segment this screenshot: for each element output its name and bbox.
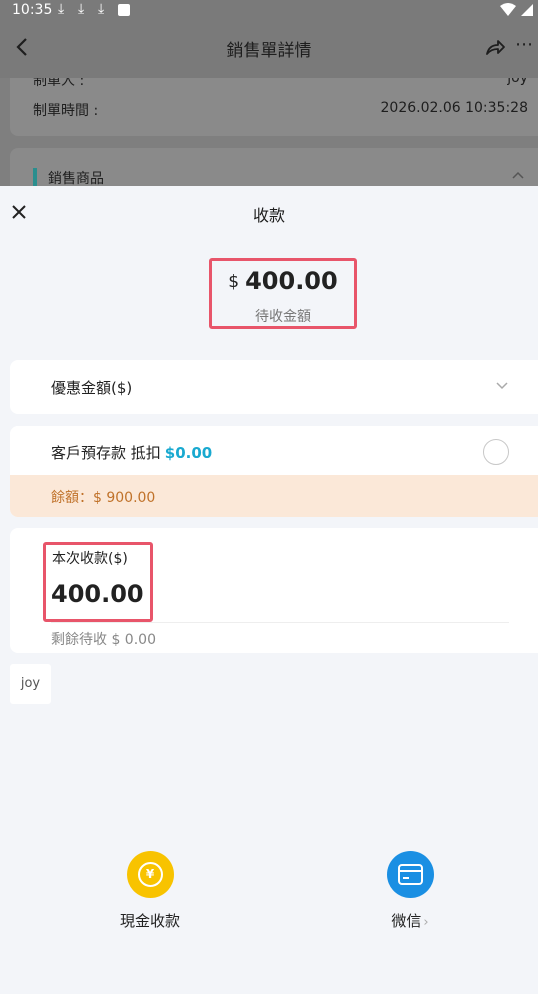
section-accent-bar — [33, 168, 37, 186]
cash-payment-button[interactable]: ¥ 現金收款 — [90, 851, 210, 931]
sales-goods-section: 銷售商品 — [10, 148, 538, 186]
more-icon[interactable]: ⋯ — [515, 34, 534, 55]
amount-due-label: 待收金額 — [255, 309, 311, 325]
discount-label: 優惠金額($) — [51, 379, 133, 397]
share-icon[interactable] — [484, 36, 506, 58]
chevron-right-icon: › — [423, 915, 429, 930]
sheet-title: 收款 — [252, 206, 285, 225]
deposit-row: 客戶預存款 抵扣 $0.00 — [10, 426, 538, 475]
deposit-card: 客戶預存款 抵扣 $0.00 餘額：$ 900.00 — [10, 426, 538, 517]
deposit-toggle-radio[interactable] — [483, 439, 509, 465]
status-bar: 10:35 ⤓ ⤓ ⤓ — [0, 0, 538, 22]
payment-card: 本次收款($) 400.00 剩餘待收 $ 0.00 — [10, 528, 538, 653]
sheet-header: 收款 — [0, 186, 538, 238]
amount-due-value: 400.00 — [245, 267, 338, 295]
payment-label: 本次收款($) — [52, 551, 128, 567]
page-title: 銷售單詳情 — [226, 41, 312, 61]
time-value: 2026.02.06 10:35:28 — [380, 100, 529, 116]
yuan-coin-icon: ¥ — [126, 851, 174, 898]
wechat-payment-button[interactable]: 微信 › — [350, 851, 470, 931]
creator-label: 制單人 : — [33, 78, 85, 89]
app-notification-icon — [118, 4, 130, 16]
deposit-label-text: 客戶預存款 抵扣 — [51, 444, 161, 462]
salesperson-tag[interactable]: joy — [10, 664, 51, 704]
wechat-label-text: 微信 — [391, 912, 422, 930]
wechat-payment-label: 微信 › — [350, 910, 470, 931]
amount-due: $400.00 — [212, 267, 354, 295]
time-label: 制單時間 : — [33, 103, 99, 119]
creator-value: joy — [507, 78, 528, 86]
download-icon: ⤓ — [98, 1, 105, 17]
deposit-amount: $0.00 — [164, 444, 213, 462]
section-title: 銷售商品 — [48, 171, 104, 186]
card-icon — [386, 851, 434, 898]
amount-due-box: $400.00 待收金額 — [209, 258, 357, 329]
discount-row[interactable]: 優惠金額($) — [10, 360, 538, 414]
chevron-down-icon — [496, 382, 508, 390]
chevron-up-icon — [512, 171, 524, 179]
payment-sheet: 收款 $400.00 待收金額 優惠金額($) 客戶預存款 抵扣 $0.00 餘額… — [0, 186, 538, 994]
download-icon: ⤓ — [58, 1, 65, 17]
balance-banner: 餘額：$ 900.00 — [10, 475, 538, 517]
remaining-text: 剩餘待收 $ 0.00 — [51, 632, 156, 648]
background-content: 制單人 : joy 制單時間 : 2026.02.06 10:35:28 銷售商… — [0, 78, 538, 186]
balance-text: 餘額：$ 900.00 — [51, 490, 156, 506]
currency-symbol: $ — [228, 272, 240, 292]
order-info-card: 制單人 : joy 制單時間 : 2026.02.06 10:35:28 — [10, 78, 538, 136]
download-icon: ⤓ — [78, 1, 85, 17]
wifi-icon — [500, 3, 516, 16]
cash-payment-label: 現金收款 — [119, 912, 180, 930]
status-time: 10:35 — [12, 2, 53, 18]
deposit-label: 客戶預存款 抵扣 $0.00 — [51, 442, 212, 463]
signal-icon — [521, 4, 533, 16]
payment-amount-input[interactable]: 400.00 — [51, 580, 144, 608]
divider — [51, 622, 509, 623]
top-navbar: 銷售單詳情 ⋯ — [0, 22, 538, 78]
